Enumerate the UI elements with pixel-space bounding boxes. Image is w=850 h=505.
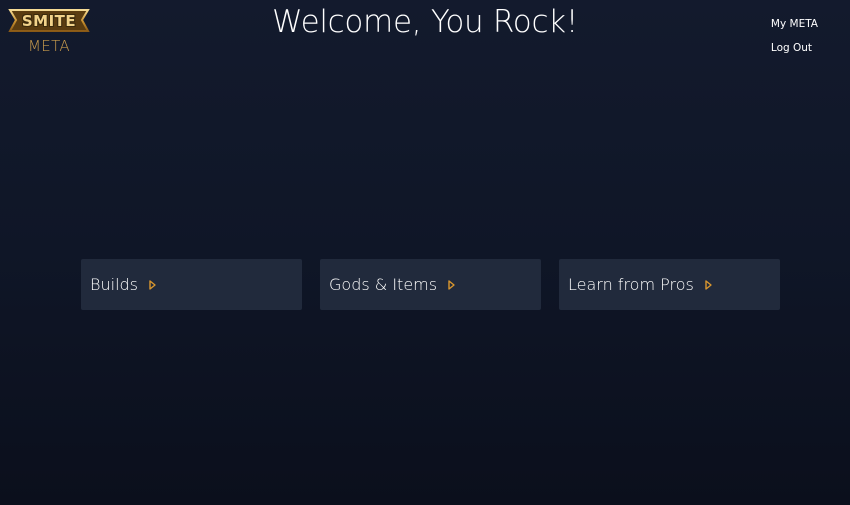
- learn-from-pros-card[interactable]: Learn from Pros: [559, 259, 780, 310]
- log-out-link[interactable]: Log Out: [771, 40, 812, 64]
- card-label: Gods & Items: [329, 275, 438, 294]
- gods-items-card[interactable]: Gods & Items: [320, 259, 541, 310]
- my-meta-link[interactable]: My META: [771, 16, 818, 40]
- play-triangle-outline-icon: [448, 279, 455, 290]
- builds-card[interactable]: Builds: [81, 259, 302, 310]
- play-triangle-outline-icon: [705, 279, 712, 290]
- card-label: Learn from Pros: [568, 275, 694, 294]
- main-menu-cards: Builds Gods & Items Learn from Pros: [81, 259, 780, 310]
- page-title: Welcome, You Rock!: [272, 4, 578, 40]
- play-triangle-outline-icon: [149, 279, 156, 290]
- top-nav: My META Log Out: [771, 16, 818, 64]
- card-label: Builds: [90, 275, 138, 294]
